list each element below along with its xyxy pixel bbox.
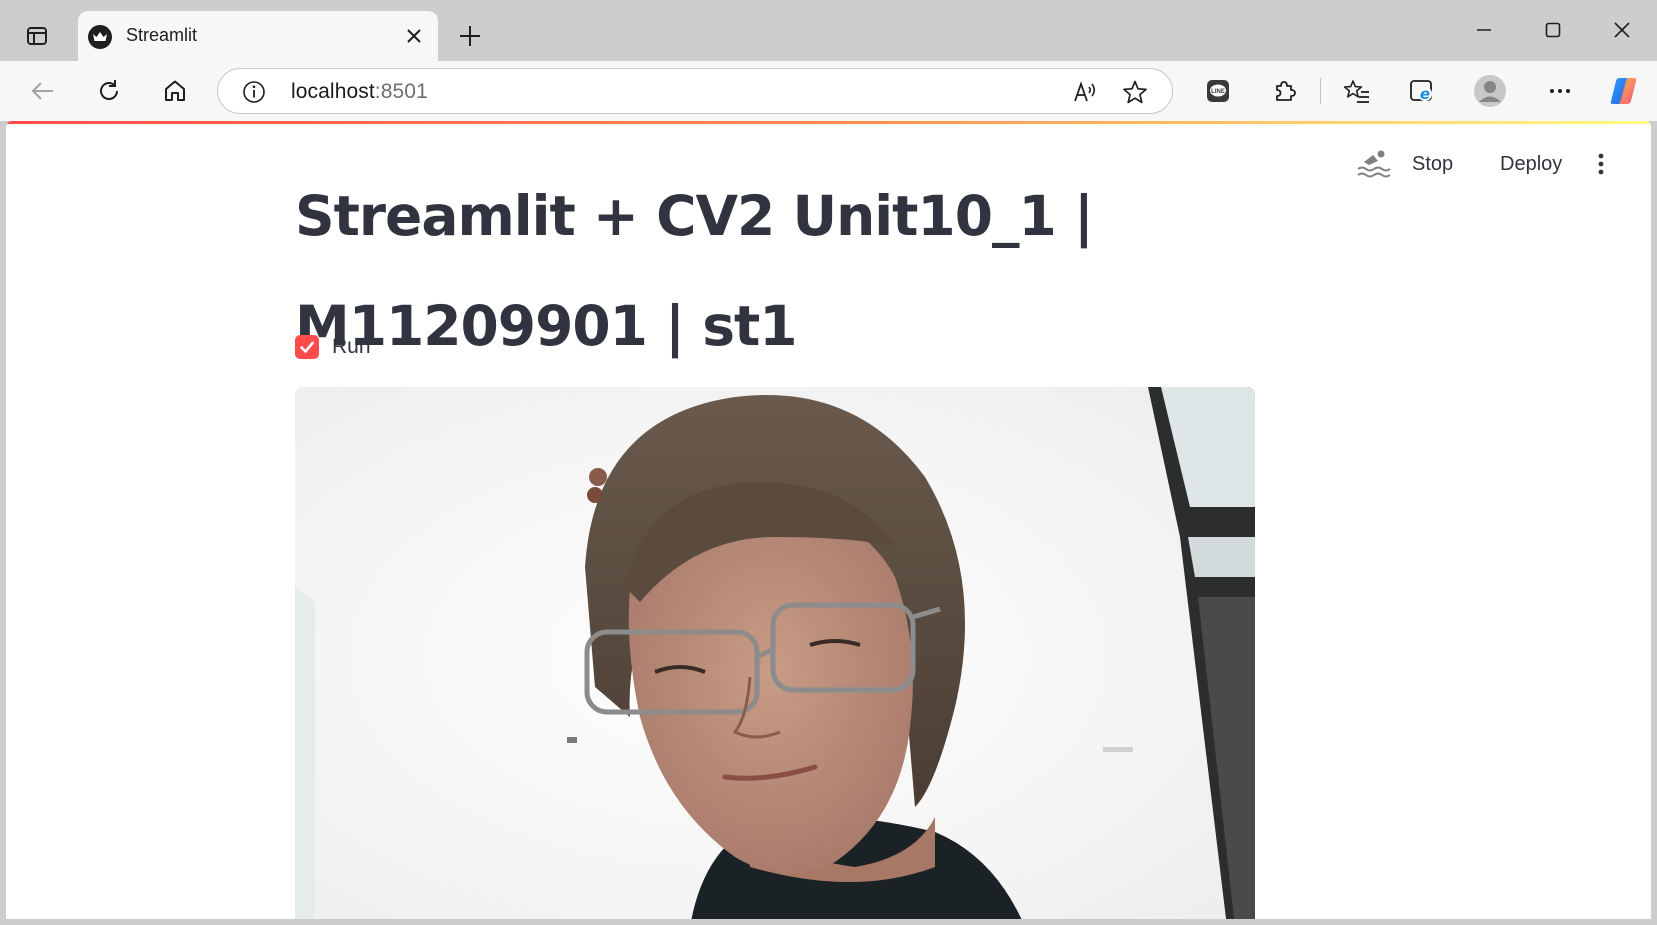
more-vertical-icon [1598,153,1604,175]
page-title-line1: Streamlit + CV2 Unit10_1 | [295,184,1094,248]
page-title: Streamlit + CV2 Unit10_1 | M11209901 | s… [295,161,1215,381]
copilot-button[interactable] [1604,71,1644,111]
refresh-button[interactable] [89,71,129,111]
checkmark-icon [300,341,314,353]
streamlit-header-decoration [6,121,1651,124]
svg-text:LINE: LINE [1211,89,1225,95]
webcam-photo [295,387,1255,919]
address-bar[interactable]: localhost:8501 [217,68,1173,114]
tab-close-button[interactable] [400,22,428,50]
streamlit-favicon-icon [88,25,112,49]
favorites-button[interactable] [1337,71,1377,111]
close-icon [1614,22,1630,38]
refresh-icon [100,80,118,100]
main-menu-button[interactable] [1590,149,1612,179]
line-extension-button[interactable]: LINE [1198,71,1238,111]
tab-actions-button[interactable] [16,17,58,55]
checkbox-box[interactable] [295,335,319,359]
minimize-icon [1477,29,1491,31]
arrow-left-icon [31,82,53,100]
window-close-button[interactable] [1592,8,1652,52]
browser-toolbar: localhost:8501 LINE e [0,61,1657,121]
tab-title: Streamlit [126,25,198,45]
toolbar-divider [1320,78,1321,104]
star-icon [1123,80,1147,104]
url-port: :8501 [374,80,428,103]
webcam-frame-image [295,387,1255,919]
internet-explorer-icon: e [1410,80,1432,103]
deploy-button[interactable]: Deploy [1500,153,1562,176]
back-button[interactable] [23,71,63,111]
url-text[interactable]: localhost:8501 [291,80,428,104]
page-viewport: Stop Deploy Streamlit + CV2 Unit10_1 | M… [6,121,1651,919]
tab-strip: Streamlit [0,0,1657,61]
maximize-button[interactable] [1523,8,1583,52]
copilot-icon [1610,78,1637,104]
plus-icon [460,26,480,46]
stop-button[interactable]: Stop [1412,153,1453,176]
extensions-button[interactable] [1264,71,1304,111]
settings-more-button[interactable] [1540,71,1580,111]
puzzle-icon [1276,81,1296,101]
home-icon [165,80,185,101]
close-icon [407,29,421,43]
line-app-icon: LINE [1207,80,1229,102]
home-button[interactable] [155,71,195,111]
avatar-icon [1474,75,1506,107]
checkbox-label: Run [332,335,371,358]
url-host: localhost [291,80,375,103]
maximize-icon [1545,22,1561,38]
minimize-button[interactable] [1454,8,1514,52]
site-info-button[interactable] [240,78,268,106]
read-aloud-icon [1074,81,1096,102]
tab-actions-icon [27,27,47,45]
profile-button[interactable] [1470,71,1510,111]
running-swimmer-icon [1357,150,1391,178]
svg-text:e: e [1420,85,1430,103]
ie-mode-button[interactable]: e [1402,71,1442,111]
info-icon [243,81,265,103]
browser-tab[interactable]: Streamlit [78,11,438,61]
read-aloud-button[interactable] [1070,77,1100,107]
more-horizontal-icon [1550,89,1570,93]
new-tab-button[interactable] [450,17,490,55]
favorite-button[interactable] [1120,77,1150,107]
favorites-list-icon [1343,80,1369,103]
